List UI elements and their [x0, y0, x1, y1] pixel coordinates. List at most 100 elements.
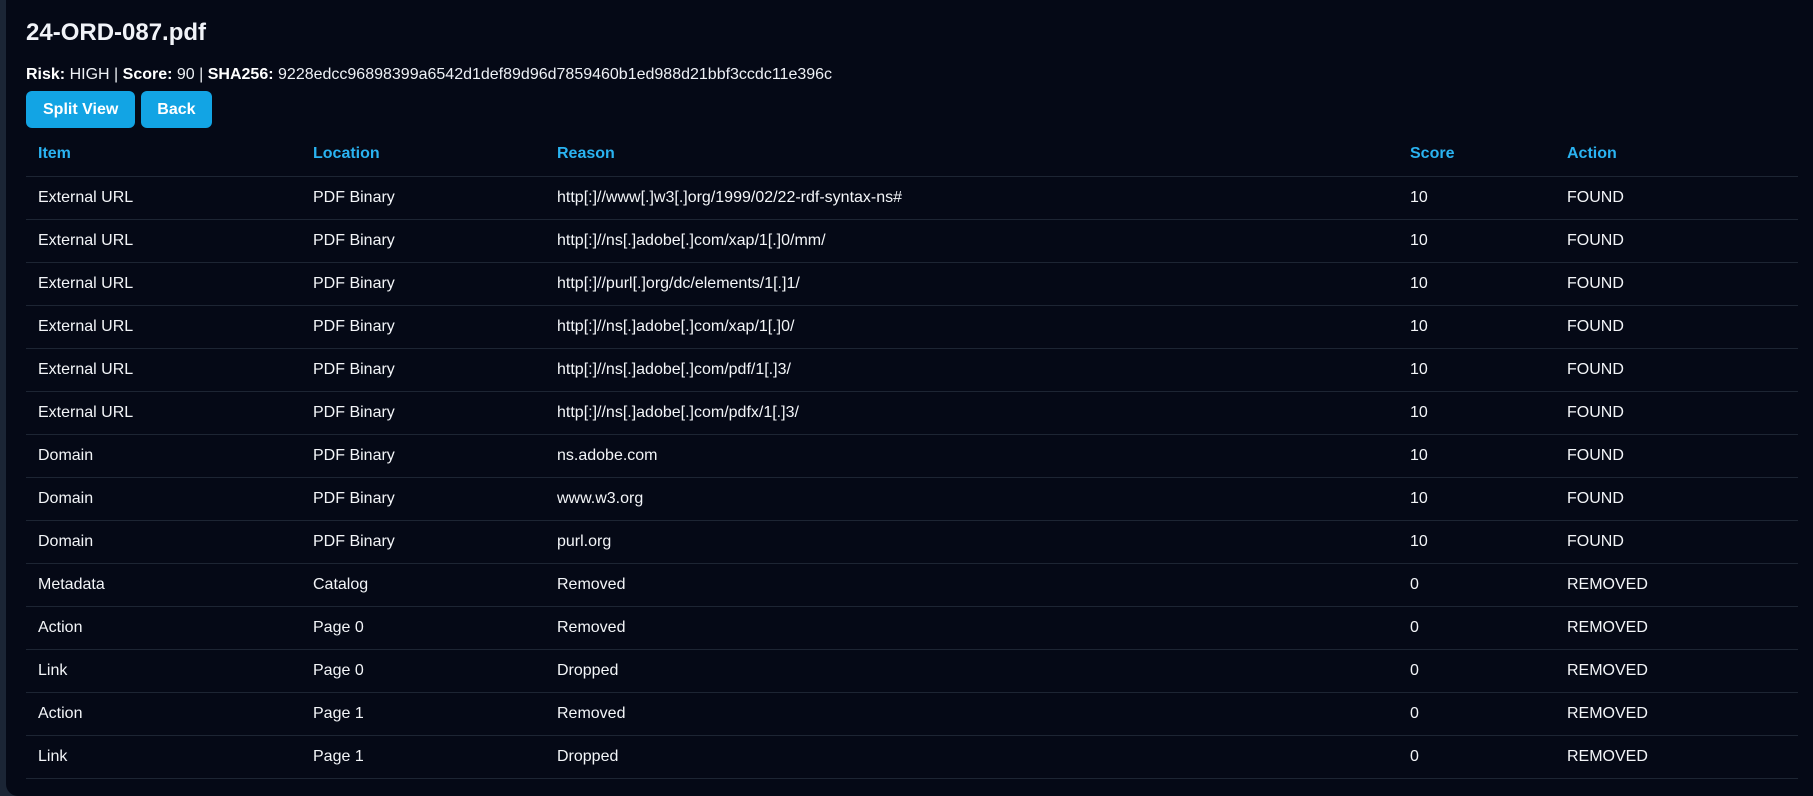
findings-table: Item Location Reason Score Action Extern…: [26, 133, 1798, 779]
cell-action: REMOVED: [1555, 692, 1798, 736]
cell-item: Link: [26, 735, 301, 779]
cell-action: FOUND: [1555, 477, 1798, 521]
cell-reason: Dropped: [545, 735, 1398, 779]
cell-score: 10: [1398, 176, 1555, 220]
risk-label: Risk:: [26, 66, 66, 83]
button-row: Split View Back: [26, 91, 212, 128]
table-row: External URL PDF Binary http[:]//www[.]w…: [26, 176, 1798, 220]
column-header-item: Item: [26, 133, 301, 177]
cell-action: FOUND: [1555, 391, 1798, 435]
cell-score: 0: [1398, 692, 1555, 736]
cell-score: 0: [1398, 606, 1555, 650]
summary-line: Risk: HIGH | Score: 90 | SHA256: 9228edc…: [26, 65, 832, 85]
cell-reason: http[:]//www[.]w3[.]org/1999/02/22-rdf-s…: [545, 176, 1398, 220]
cell-reason: http[:]//ns[.]adobe[.]com/pdf/1[.]3/: [545, 348, 1398, 392]
cell-item: Link: [26, 649, 301, 693]
cell-location: Page 0: [301, 606, 545, 650]
cell-location: PDF Binary: [301, 219, 545, 263]
cell-reason: Removed: [545, 606, 1398, 650]
table-row: External URL PDF Binary http[:]//ns[.]ad…: [26, 219, 1798, 263]
table-row: Domain PDF Binary ns.adobe.com 10 FOUND: [26, 434, 1798, 478]
table-row: External URL PDF Binary http[:]//ns[.]ad…: [26, 348, 1798, 392]
score-value: 90: [176, 66, 195, 83]
cell-score: 0: [1398, 649, 1555, 693]
cell-location: PDF Binary: [301, 391, 545, 435]
split-view-button[interactable]: Split View: [26, 91, 136, 128]
cell-reason: http[:]//purl[.]org/dc/elements/1[.]1/: [545, 262, 1398, 306]
cell-action: FOUND: [1555, 520, 1798, 564]
cell-location: PDF Binary: [301, 305, 545, 349]
risk-value: HIGH: [69, 66, 110, 83]
cell-location: PDF Binary: [301, 434, 545, 478]
score-label: Score:: [122, 66, 173, 83]
cell-action: REMOVED: [1555, 563, 1798, 607]
cell-item: External URL: [26, 219, 301, 263]
cell-location: PDF Binary: [301, 348, 545, 392]
table-row: Domain PDF Binary www.w3.org 10 FOUND: [26, 477, 1798, 521]
cell-action: FOUND: [1555, 262, 1798, 306]
cell-location: Page 1: [301, 735, 545, 779]
column-header-action: Action: [1555, 133, 1798, 177]
cell-item: External URL: [26, 391, 301, 435]
table-header-row: Item Location Reason Score Action: [26, 133, 1798, 177]
cell-action: FOUND: [1555, 219, 1798, 263]
table-row: Action Page 0 Removed 0 REMOVED: [26, 606, 1798, 650]
cell-item: Action: [26, 692, 301, 736]
table-row: Link Page 1 Dropped 0 REMOVED: [26, 735, 1798, 779]
cell-location: PDF Binary: [301, 520, 545, 564]
cell-action: REMOVED: [1555, 606, 1798, 650]
cell-reason: www.w3.org: [545, 477, 1398, 521]
cell-item: Action: [26, 606, 301, 650]
cell-score: 10: [1398, 520, 1555, 564]
table-row: Metadata Catalog Removed 0 REMOVED: [26, 563, 1798, 607]
table-row: Action Page 1 Removed 0 REMOVED: [26, 692, 1798, 736]
cell-item: External URL: [26, 305, 301, 349]
cell-score: 10: [1398, 391, 1555, 435]
cell-item: Domain: [26, 434, 301, 478]
cell-item: External URL: [26, 262, 301, 306]
cell-action: REMOVED: [1555, 649, 1798, 693]
table-row: Domain PDF Binary purl.org 10 FOUND: [26, 520, 1798, 564]
cell-score: 10: [1398, 219, 1555, 263]
cell-score: 10: [1398, 434, 1555, 478]
table-row: Link Page 0 Dropped 0 REMOVED: [26, 649, 1798, 693]
cell-action: FOUND: [1555, 434, 1798, 478]
cell-reason: ns.adobe.com: [545, 434, 1398, 478]
sha256-label: SHA256:: [207, 66, 274, 83]
separator: |: [199, 66, 204, 83]
cell-action: FOUND: [1555, 305, 1798, 349]
cell-reason: http[:]//ns[.]adobe[.]com/pdfx/1[.]3/: [545, 391, 1398, 435]
cell-reason: Removed: [545, 692, 1398, 736]
cell-score: 10: [1398, 477, 1555, 521]
table-row: External URL PDF Binary http[:]//ns[.]ad…: [26, 305, 1798, 349]
cell-reason: http[:]//ns[.]adobe[.]com/xap/1[.]0/mm/: [545, 219, 1398, 263]
cell-reason: purl.org: [545, 520, 1398, 564]
file-title: 24-ORD-087.pdf: [26, 19, 207, 46]
cell-action: FOUND: [1555, 176, 1798, 220]
cell-item: Domain: [26, 477, 301, 521]
cell-item: External URL: [26, 348, 301, 392]
cell-score: 10: [1398, 305, 1555, 349]
sha256-value: 9228edcc96898399a6542d1def89d96d7859460b…: [278, 66, 833, 83]
cell-score: 10: [1398, 262, 1555, 306]
cell-location: Catalog: [301, 563, 545, 607]
back-button[interactable]: Back: [141, 91, 212, 128]
cell-score: 0: [1398, 563, 1555, 607]
table-row: External URL PDF Binary http[:]//ns[.]ad…: [26, 391, 1798, 435]
cell-location: PDF Binary: [301, 176, 545, 220]
column-header-reason: Reason: [545, 133, 1398, 177]
cell-location: PDF Binary: [301, 477, 545, 521]
table-row: External URL PDF Binary http[:]//purl[.]…: [26, 262, 1798, 306]
cell-action: REMOVED: [1555, 735, 1798, 779]
cell-reason: http[:]//ns[.]adobe[.]com/xap/1[.]0/: [545, 305, 1398, 349]
cell-location: PDF Binary: [301, 262, 545, 306]
cell-location: Page 0: [301, 649, 545, 693]
cell-item: Metadata: [26, 563, 301, 607]
column-header-location: Location: [301, 133, 545, 177]
cell-reason: Dropped: [545, 649, 1398, 693]
cell-location: Page 1: [301, 692, 545, 736]
cell-score: 10: [1398, 348, 1555, 392]
cell-score: 0: [1398, 735, 1555, 779]
column-header-score: Score: [1398, 133, 1555, 177]
separator: |: [114, 66, 119, 83]
